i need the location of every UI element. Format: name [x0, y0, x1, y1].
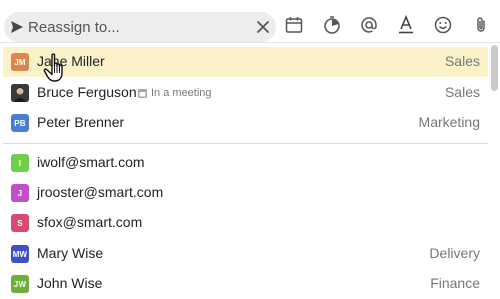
assignee-option-mary-wise[interactable]: MW Mary Wise Delivery [3, 239, 488, 269]
meeting-icon [138, 88, 147, 98]
assignee-name: John Wise [37, 275, 103, 291]
presence-status-label: In a meeting [151, 87, 212, 99]
assignee-dropdown: JM Jane Miller Sales Bruce Ferguson In a… [0, 42, 500, 299]
assignee-option-bruce-ferguson[interactable]: Bruce Ferguson In a meeting Sales [3, 78, 488, 108]
reassign-search-box[interactable] [4, 12, 276, 42]
assignee-name: Mary Wise [37, 245, 104, 261]
assignee-email: jrooster@smart.com [37, 184, 164, 200]
assignee-email: iwolf@smart.com [37, 154, 145, 170]
group-divider [3, 143, 488, 144]
avatar: J [11, 184, 29, 202]
avatar: I [11, 154, 29, 172]
assignee-department: Sales [444, 53, 480, 69]
emoji-icon[interactable] [433, 15, 453, 35]
dropdown-scrollbar[interactable] [491, 45, 498, 91]
assignee-department: Finance [430, 275, 480, 291]
avatar: PB [11, 114, 29, 132]
assignee-name: Jane Miller [37, 53, 105, 69]
avatar-photo [11, 84, 29, 102]
attachment-icon[interactable] [471, 15, 491, 35]
reassign-search-input[interactable] [28, 16, 248, 38]
presence-status: In a meeting [137, 87, 212, 99]
assignee-option-john-wise[interactable]: JW John Wise Finance [3, 269, 488, 299]
timer-icon[interactable] [322, 15, 342, 35]
assignee-email: sfox@smart.com [37, 214, 143, 230]
assignee-department: Marketing [418, 114, 480, 130]
toolbar [0, 0, 500, 46]
assignee-option-email[interactable]: S sfox@smart.com [3, 208, 488, 238]
assignee-option-jane-miller[interactable]: JM Jane Miller Sales [3, 47, 488, 77]
assignee-department: Delivery [429, 245, 480, 261]
assignee-department: Sales [444, 84, 480, 100]
assignee-name: Peter Brenner [37, 114, 125, 130]
avatar: JW [11, 275, 29, 293]
assignee-name: Bruce Ferguson [37, 84, 137, 100]
avatar: MW [11, 245, 29, 263]
assignee-option-email[interactable]: J jrooster@smart.com [3, 178, 488, 208]
calendar-icon[interactable] [284, 15, 304, 35]
send-icon [11, 21, 23, 33]
assignee-option-peter-brenner[interactable]: PB Peter Brenner Marketing [3, 108, 488, 138]
assignee-option-email[interactable]: I iwolf@smart.com [3, 148, 488, 178]
clear-icon[interactable] [256, 20, 270, 34]
mention-icon[interactable] [359, 15, 379, 35]
avatar: JM [11, 53, 29, 71]
text-format-icon[interactable] [396, 14, 416, 34]
avatar: S [11, 214, 29, 232]
